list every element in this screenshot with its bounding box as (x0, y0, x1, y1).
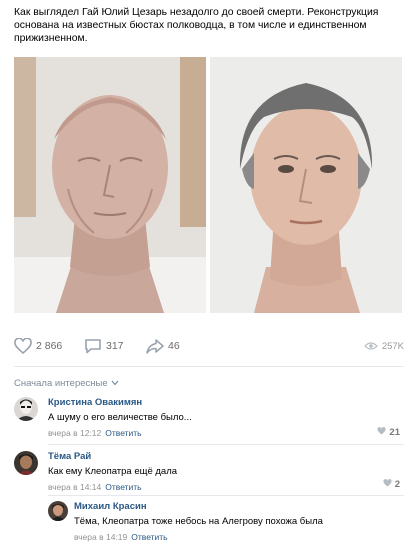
comment-like-button[interactable]: 2 (383, 479, 400, 490)
heart-icon (377, 427, 389, 438)
comment-text: А шуму о его величестве было... (48, 412, 192, 423)
chevron-down-icon (108, 378, 119, 389)
heart-icon (14, 338, 32, 354)
reply-link[interactable]: Ответить (105, 428, 141, 438)
comment-like-button[interactable]: 21 (377, 427, 400, 438)
likes-count: 2 866 (36, 340, 63, 352)
post-photos (14, 57, 402, 313)
sort-label: Сначала интересные (14, 378, 108, 389)
comment-text: Тёма, Клеопатра тоже небось на Алегрову … (74, 516, 323, 527)
comment-likes-count: 2 (394, 479, 400, 490)
shares-count: 46 (168, 340, 180, 352)
comment-meta: вчера в 14:14 Ответить (48, 482, 404, 493)
views: 257K (363, 336, 404, 356)
comment-author[interactable]: Кристина Овакимян (48, 397, 404, 409)
comment-likes-count: 21 (389, 427, 400, 438)
comment-time[interactable]: вчера в 14:19 (74, 532, 127, 542)
comment-author[interactable]: Тёма Рай (48, 451, 404, 463)
reply-link[interactable]: Ответить (105, 482, 141, 492)
heart-icon (383, 479, 395, 490)
comment-item: Тёма Рай Как ему Клеопатра ещё дала вчер… (14, 451, 404, 493)
reconstruction-photo[interactable] (210, 57, 402, 313)
share-arrow-icon (146, 338, 164, 354)
comments-sort[interactable]: Сначала интересные (14, 378, 119, 389)
avatar[interactable] (48, 501, 68, 521)
divider (48, 495, 404, 496)
comment-meta: вчера в 14:19 Ответить (74, 532, 404, 543)
post-text: Как выглядел Гай Юлий Цезарь незадолго д… (14, 7, 379, 44)
comment-text: Как ему Клеопатра ещё дала (48, 466, 178, 477)
comment-meta: вчера в 12:12 Ответить (48, 428, 404, 439)
avatar[interactable] (14, 451, 38, 475)
reply-link[interactable]: Ответить (131, 532, 167, 542)
eye-icon (363, 341, 378, 351)
speech-bubble-icon (84, 338, 102, 354)
comment-time[interactable]: вчера в 14:14 (48, 482, 101, 492)
bust-photo[interactable] (14, 57, 206, 313)
comment-item: Кристина Овакимян А шуму о его величеств… (14, 397, 404, 439)
like-button[interactable]: 2 866 (14, 336, 62, 356)
avatar[interactable] (14, 397, 38, 421)
comment-time[interactable]: вчера в 12:12 (48, 428, 101, 438)
divider (48, 444, 404, 445)
reply-comment-item: Михаил Красин Тёма, Клеопатра тоже небос… (48, 501, 404, 543)
comment-button[interactable]: 317 (84, 336, 124, 356)
comments-count: 317 (106, 340, 124, 352)
divider (14, 366, 404, 367)
post-actions: 2 866 317 46 257K (14, 336, 404, 356)
views-count: 257K (381, 340, 404, 352)
share-button[interactable]: 46 (146, 336, 180, 356)
comment-author[interactable]: Михаил Красин (74, 501, 404, 513)
